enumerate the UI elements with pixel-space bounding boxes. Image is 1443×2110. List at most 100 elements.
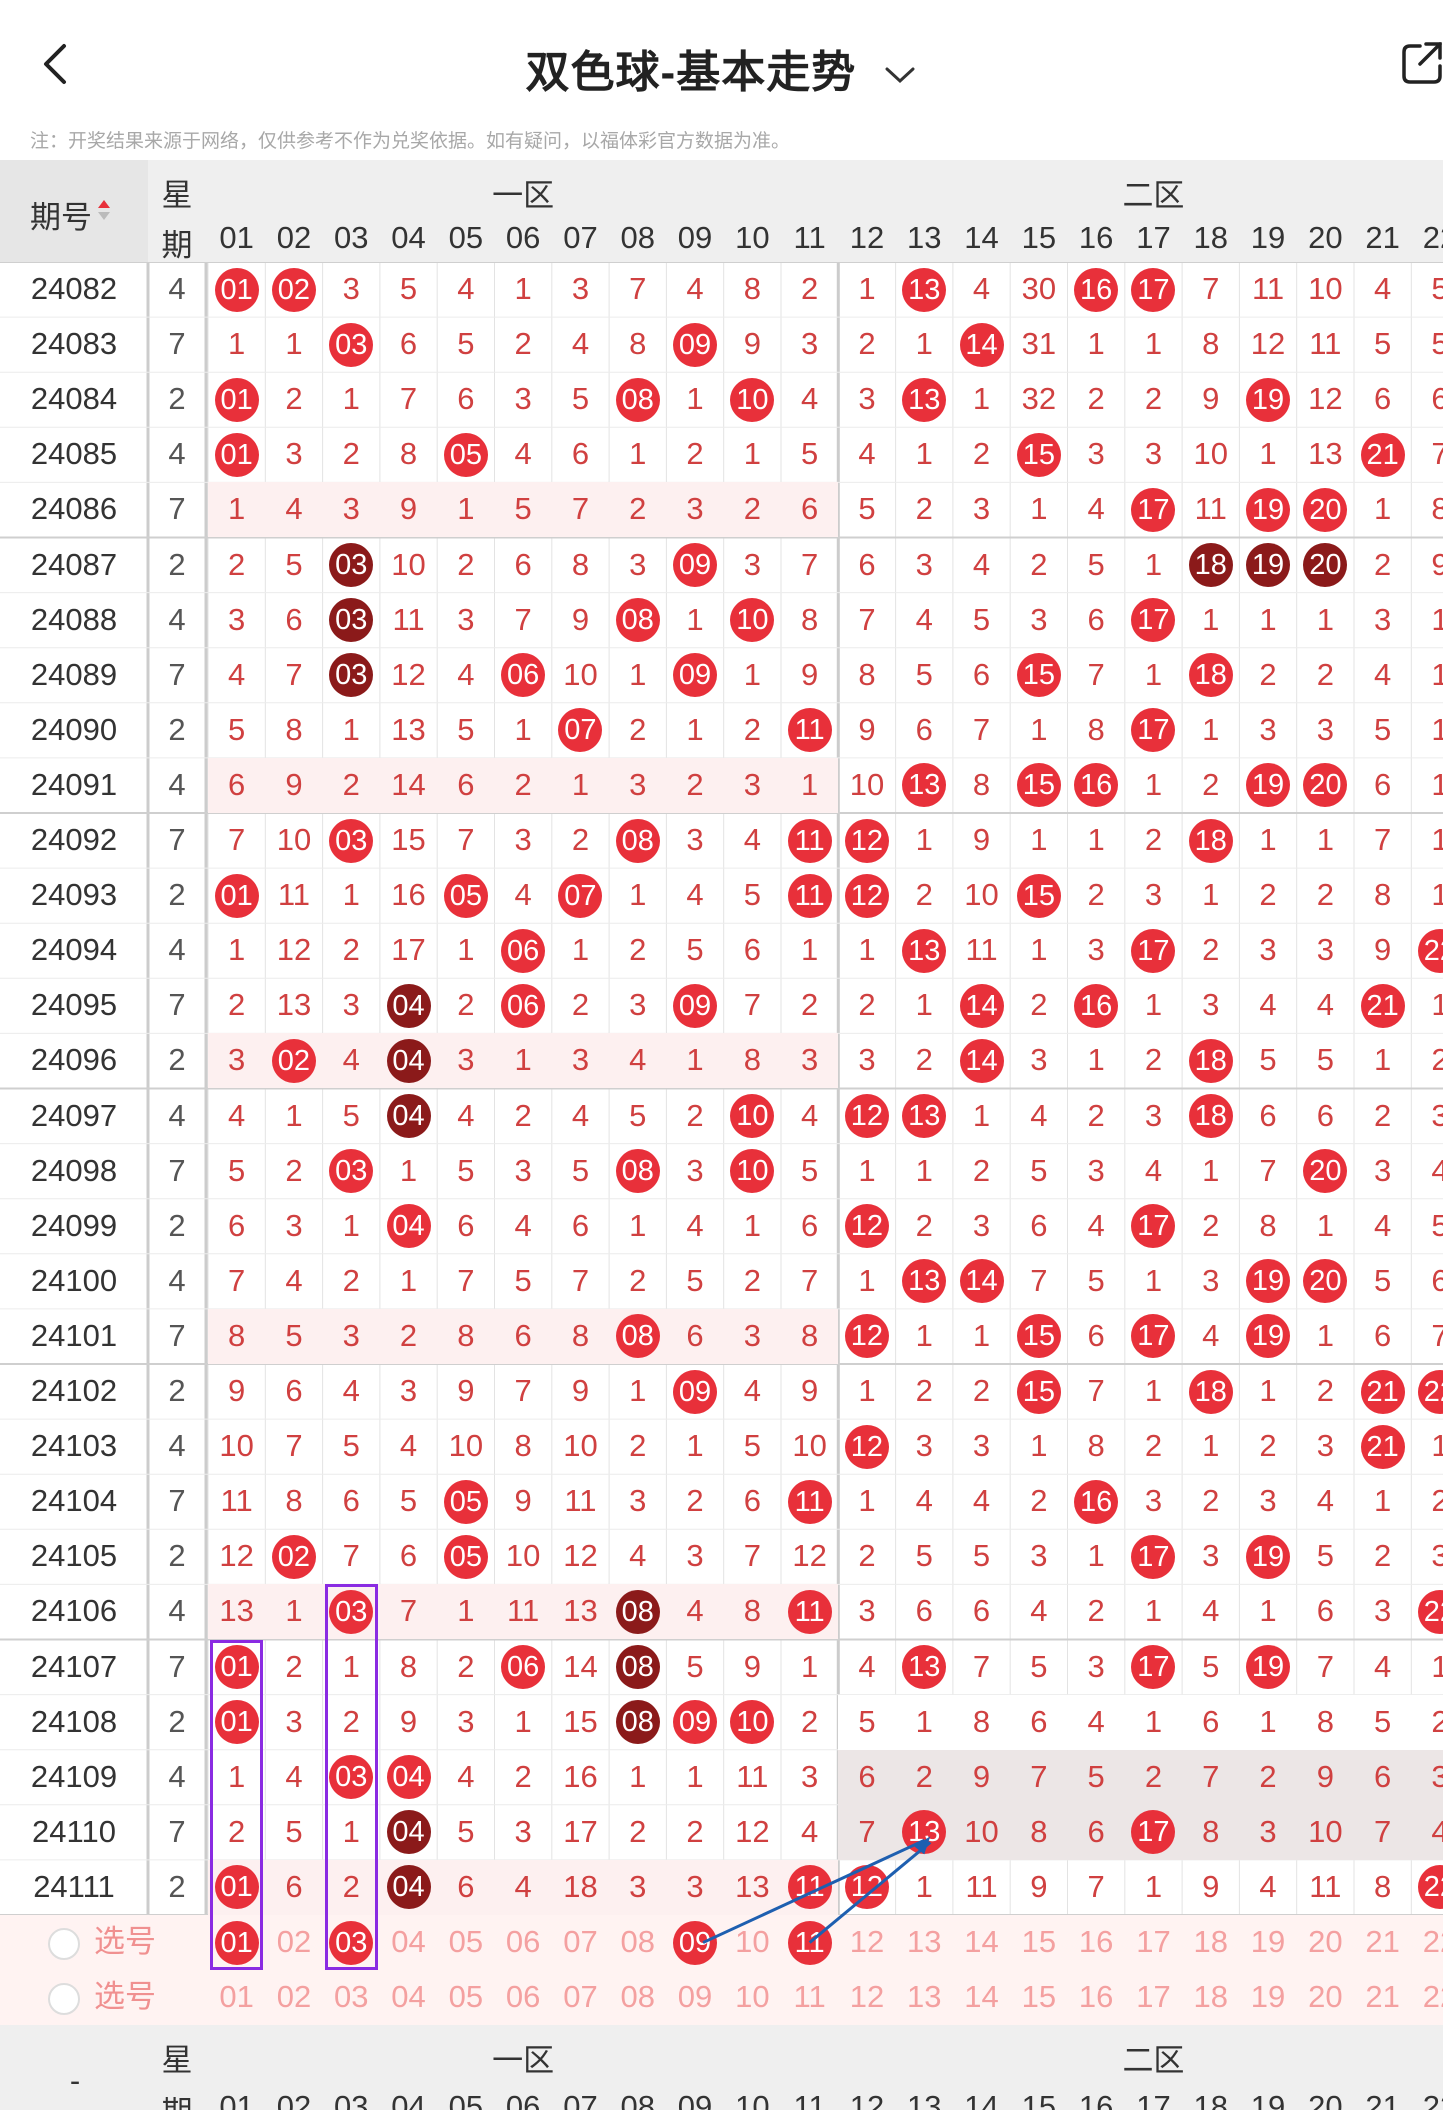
select-number[interactable]: 14 [953, 1970, 1010, 2024]
miss-count: 1 [1202, 1152, 1220, 1188]
number-ball: 06 [501, 983, 546, 1028]
miss-count: 5 [629, 1097, 647, 1133]
select-number[interactable]: 05 [437, 1970, 494, 2024]
select-number[interactable]: 06 [495, 1915, 552, 1969]
select-number[interactable]: 16 [1068, 1970, 1125, 2024]
miss-count: 2 [1259, 656, 1277, 692]
miss-count: 1 [342, 381, 360, 417]
select-number[interactable]: 07 [552, 1970, 609, 2024]
select-number[interactable]: 02 [265, 1970, 322, 2024]
miss-count: 1 [743, 436, 761, 472]
select-number[interactable]: 13 [896, 1970, 953, 2024]
select-number[interactable]: 22 [1411, 1915, 1443, 1969]
miss-count: 13 [276, 987, 312, 1023]
select-number[interactable]: 04 [380, 1915, 437, 1969]
select-radio[interactable] [48, 1983, 80, 2016]
miss-count: 9 [1202, 1868, 1220, 1904]
column-header: 17 [1136, 220, 1171, 255]
share-icon[interactable] [1400, 40, 1443, 86]
page-title[interactable]: 双色球-基本走势 [0, 36, 1443, 100]
period-cell: 24084 [30, 381, 118, 417]
miss-count: 1 [686, 601, 704, 637]
miss-count: 1 [743, 656, 761, 692]
number-ball: 16 [1074, 1479, 1119, 1524]
miss-count: 1 [1144, 1262, 1163, 1298]
select-number[interactable]: 18 [1182, 1915, 1239, 1969]
select-number[interactable]: 22 [1411, 1970, 1443, 2024]
period-header[interactable]: 期号 [30, 192, 100, 237]
footer-column-header: 13 [907, 2089, 942, 2110]
column-header: 20 [1308, 220, 1343, 255]
select-number[interactable]: 19 [1239, 1970, 1296, 2024]
miss-count: 7 [1259, 1152, 1277, 1188]
miss-count: 3 [1202, 987, 1220, 1023]
miss-count: 3 [686, 1538, 704, 1574]
number-ball: 03 [329, 543, 374, 588]
select-number[interactable]: 11 [781, 1970, 838, 2024]
select-number[interactable]: 19 [1239, 1915, 1296, 1969]
miss-count: 7 [1087, 1373, 1105, 1408]
top-bar: 双色球-基本走势 [0, 0, 1443, 130]
miss-count: 1 [1431, 877, 1443, 913]
select-number[interactable]: 15 [1010, 1915, 1067, 1969]
number-ball: 17 [1131, 1810, 1176, 1855]
select-number[interactable]: 10 [724, 1970, 781, 2024]
select-number[interactable]: 17 [1125, 1915, 1182, 1969]
miss-count: 8 [1087, 711, 1105, 747]
select-number[interactable]: 16 [1068, 1915, 1125, 1969]
miss-count: 2 [743, 491, 761, 527]
select-number[interactable]: 06 [495, 1970, 552, 2024]
select-number[interactable]: 08 [609, 1915, 666, 1969]
select-number[interactable]: 09 [666, 1970, 723, 2024]
select-number[interactable]: 13 [896, 1915, 953, 1969]
select-number[interactable]: 10 [724, 1915, 781, 1969]
miss-count: 17 [391, 932, 426, 968]
miss-count: 2 [1316, 656, 1334, 692]
select-number[interactable]: 02 [265, 1915, 322, 1969]
select-number[interactable]: 01 [208, 1970, 265, 2024]
sort-icon[interactable] [98, 200, 110, 208]
selected-number-ball[interactable]: 09 [673, 1920, 718, 1965]
select-number[interactable]: 20 [1297, 1970, 1354, 2024]
highlight-box-col-03 [324, 1584, 378, 1971]
number-ball: 01 [214, 873, 259, 918]
miss-count: 7 [514, 1373, 532, 1408]
miss-count: 3 [1030, 1538, 1048, 1574]
miss-count: 1 [1202, 1428, 1220, 1464]
number-ball: 01 [214, 432, 259, 477]
week-cell: 7 [168, 656, 186, 692]
select-label[interactable]: 选号 [94, 1915, 174, 1969]
miss-count: 3 [1259, 1813, 1277, 1849]
select-number[interactable]: 14 [953, 1915, 1010, 1969]
select-number[interactable]: 12 [838, 1970, 895, 2024]
select-radio[interactable] [48, 1928, 80, 1960]
select-number[interactable]: 17 [1125, 1970, 1182, 2024]
miss-count: 7 [743, 1538, 761, 1574]
miss-count: 9 [801, 1373, 819, 1408]
select-number[interactable]: 07 [552, 1915, 609, 1969]
select-number[interactable]: 20 [1297, 1915, 1354, 1969]
select-label[interactable]: 选号 [94, 1970, 174, 2024]
number-ball: 08 [615, 598, 660, 643]
selected-number-ball[interactable]: 11 [787, 1920, 832, 1965]
select-number[interactable]: 08 [609, 1970, 666, 2024]
week-cell: 7 [168, 1648, 186, 1684]
number-ball: 19 [1246, 1259, 1291, 1304]
select-number[interactable]: 05 [437, 1915, 494, 1969]
miss-count: 7 [1087, 656, 1105, 692]
select-number[interactable]: 03 [323, 1970, 380, 2024]
select-number[interactable]: 21 [1354, 1970, 1411, 2024]
miss-count: 5 [1087, 1262, 1105, 1298]
miss-count: 6 [457, 766, 475, 802]
miss-count: 4 [801, 1097, 819, 1133]
select-number[interactable]: 15 [1010, 1970, 1067, 2024]
miss-count: 5 [571, 381, 590, 417]
select-number[interactable]: 21 [1354, 1915, 1411, 1969]
select-number[interactable]: 18 [1182, 1970, 1239, 2024]
select-number[interactable]: 12 [838, 1915, 895, 1969]
select-number[interactable]: 04 [380, 1970, 437, 2024]
footer-column-header: 03 [334, 2089, 369, 2110]
number-ball: 01 [214, 267, 259, 312]
miss-count: 15 [563, 1703, 598, 1739]
chevron-down-icon[interactable] [883, 62, 917, 88]
